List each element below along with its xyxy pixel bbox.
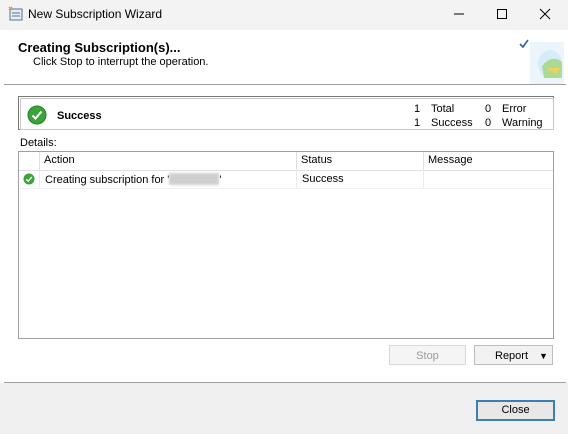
title-bar: New Subscription Wizard xyxy=(0,0,568,30)
maximize-icon xyxy=(497,9,507,19)
success-count: 1 xyxy=(414,117,421,129)
row-action: Creating subscription for ' ' xyxy=(45,173,222,186)
stop-button[interactable]: Stop xyxy=(389,345,466,365)
operation-summary: Success 1 Total 0 Error 1 Success 0 Warn… xyxy=(18,96,554,130)
close-button[interactable]: Close xyxy=(476,400,555,421)
overall-status: Success xyxy=(57,110,102,122)
grid-header: Action Status Message xyxy=(19,152,553,171)
window-title: New Subscription Wizard xyxy=(28,7,163,21)
redacted-name xyxy=(169,173,220,185)
report-button-label: Report xyxy=(495,350,529,362)
error-label: Error xyxy=(502,103,527,115)
success-label: Success xyxy=(431,117,473,129)
report-button[interactable]: Report ▼ xyxy=(474,345,553,365)
column-header-status[interactable]: Status xyxy=(301,154,332,166)
maximize-button[interactable] xyxy=(479,0,525,28)
minimize-icon xyxy=(454,13,464,15)
column-header-action[interactable]: Action xyxy=(44,154,75,166)
subscription-wizard-icon xyxy=(519,39,564,84)
error-count: 0 xyxy=(485,103,492,115)
success-check-icon xyxy=(27,105,47,125)
row-action-prefix: Creating subscription for ' xyxy=(45,174,170,186)
total-count: 1 xyxy=(414,103,421,115)
minimize-button[interactable] xyxy=(436,0,482,28)
page-subtitle: Click Stop to interrupt the operation. xyxy=(33,56,209,68)
warning-count: 0 xyxy=(485,117,492,129)
close-window-button[interactable] xyxy=(522,0,568,28)
warning-label: Warning xyxy=(502,117,543,129)
column-header-message[interactable]: Message xyxy=(428,154,473,166)
close-icon xyxy=(539,8,551,20)
wizard-app-icon xyxy=(8,6,23,21)
page-title: Creating Subscription(s)... xyxy=(18,40,181,55)
total-label: Total xyxy=(431,103,455,115)
details-label: Details: xyxy=(20,137,57,149)
row-action-suffix: ' xyxy=(219,174,222,186)
dropdown-arrow-icon: ▼ xyxy=(539,351,548,361)
table-row[interactable]: Creating subscription for ' ' Success xyxy=(19,170,553,189)
row-status: Success xyxy=(302,173,344,185)
wizard-header: Creating Subscription(s)... Click Stop t… xyxy=(4,34,566,85)
success-check-icon xyxy=(23,173,35,185)
details-grid[interactable]: Action Status Message Creating subscript… xyxy=(18,151,554,339)
